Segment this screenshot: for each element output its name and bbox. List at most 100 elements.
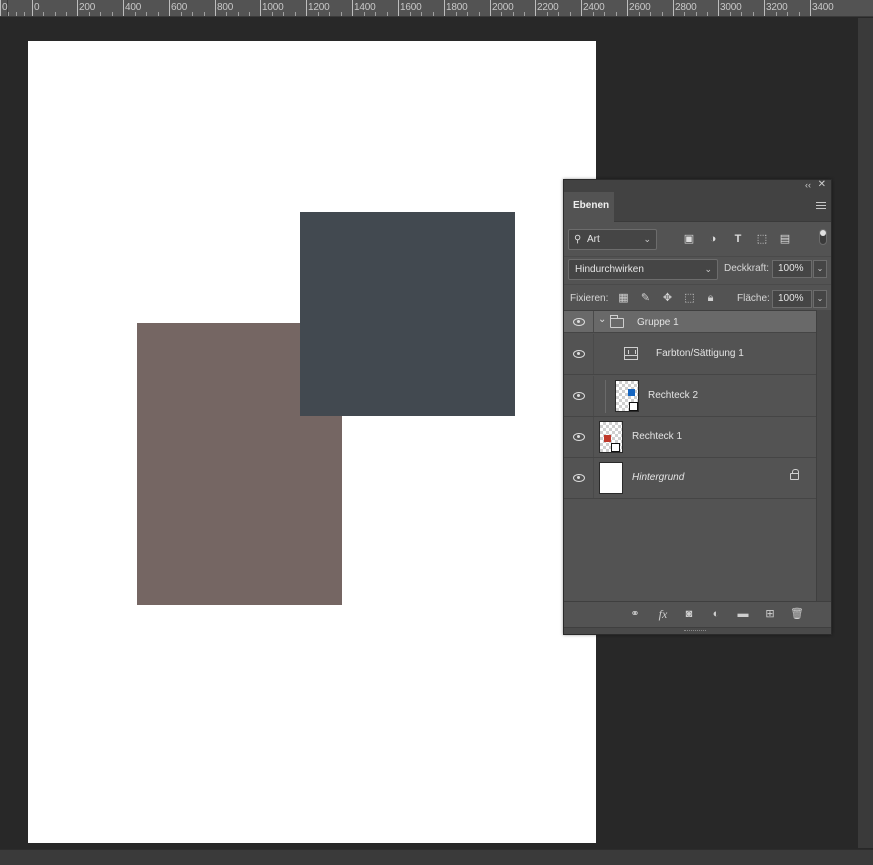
layer-name: Farbton/Sättigung 1: [656, 348, 744, 359]
ruler-major-tick: [581, 0, 582, 16]
layer-name: Hintergrund: [632, 472, 685, 483]
ruler-minor-tick: [570, 12, 571, 16]
rectangle-2-shape[interactable]: [300, 212, 515, 416]
filter-type-icon[interactable]: T: [731, 232, 745, 246]
eye-icon: [573, 318, 585, 326]
ruler-minor-tick: [787, 12, 788, 16]
filter-smart-object-icon[interactable]: ▤: [778, 232, 792, 246]
visibility-toggle[interactable]: [564, 417, 594, 457]
ruler-minor-tick: [387, 12, 388, 16]
ruler-major-tick: [535, 0, 536, 16]
ruler-major-tick: [306, 0, 307, 16]
panel-resize-handle[interactable]: [564, 627, 831, 634]
shape-color-swatch: [628, 389, 635, 396]
close-panel-icon[interactable]: ✕: [818, 179, 826, 190]
lock-image-pixels-icon[interactable]: ✎: [639, 292, 652, 305]
layer-row-hintergrund[interactable]: Hintergrund: [564, 458, 816, 499]
ruler-tick-label: 3400: [812, 2, 834, 13]
ruler-minor-tick: [776, 12, 777, 16]
layer-name: Rechteck 2: [648, 390, 699, 401]
vertical-scrollbar[interactable]: [858, 18, 873, 848]
filter-adjustment-icon[interactable]: ◑: [706, 232, 720, 246]
visibility-toggle[interactable]: [564, 458, 594, 498]
search-icon: ⚲: [574, 234, 582, 245]
ruler-major-tick: [627, 0, 628, 16]
lock-position-icon[interactable]: ✥: [661, 292, 674, 305]
panel-title-bar[interactable]: ‹‹ ✕: [564, 179, 831, 192]
filter-toggle[interactable]: [819, 229, 827, 245]
new-group-icon[interactable]: ▬: [736, 607, 750, 621]
horizontal-ruler[interactable]: 0 0 200 400 600 800 1000 1200 1400 1600 1800 2000 22…: [0, 0, 873, 17]
horizontal-scrollbar[interactable]: [0, 849, 873, 865]
link-layers-icon[interactable]: ⚭: [628, 607, 642, 621]
ruler-major-tick: [215, 0, 216, 16]
ruler-minor-tick: [421, 12, 422, 16]
ruler-tick-label: 0: [34, 2, 40, 13]
ruler-minor-tick: [341, 12, 342, 16]
filter-shape-icon[interactable]: ⬚: [755, 232, 769, 246]
layer-list[interactable]: ⌄ Gruppe 1 Farbton/Sättigung 1 Rechteck …: [564, 310, 816, 601]
lock-icon: [790, 469, 799, 480]
ruler-minor-tick: [456, 12, 457, 16]
layer-row-hue-saturation[interactable]: Farbton/Sättigung 1: [564, 334, 816, 375]
fill-input[interactable]: 100%: [772, 290, 812, 308]
ruler-minor-tick: [238, 12, 239, 16]
fill-dropdown[interactable]: ⌄: [813, 290, 827, 308]
layer-thumbnail: [599, 421, 623, 453]
ruler-minor-tick: [135, 12, 136, 16]
visibility-toggle[interactable]: [564, 334, 594, 374]
ruler-tick-label: 2800: [675, 2, 697, 13]
ruler-minor-tick: [696, 12, 697, 16]
ruler-major-tick: [123, 0, 124, 16]
ruler-major-tick: [444, 0, 445, 16]
ruler-minor-tick: [272, 12, 273, 16]
layer-list-scrollbar[interactable]: [816, 310, 831, 601]
ruler-minor-tick: [479, 12, 480, 16]
layer-row-rechteck-2[interactable]: Rechteck 2: [564, 376, 816, 417]
fill-label: Fläche:: [737, 293, 770, 304]
filter-kind-select[interactable]: ⚲ Art ⌄: [568, 229, 657, 250]
blend-mode-select[interactable]: Hindurchwirken ⌄: [568, 259, 718, 280]
visibility-toggle[interactable]: [564, 311, 594, 332]
ruler-minor-tick: [89, 12, 90, 16]
layer-row-rechteck-1[interactable]: Rechteck 1: [564, 417, 816, 458]
lock-row: Fixieren: ▦ ✎ ✥ ⬚ 🔒︎ Fläche: 100% ⌄: [564, 284, 831, 310]
new-layer-icon[interactable]: ⊞: [763, 607, 777, 621]
ruler-minor-tick: [100, 12, 101, 16]
trash-icon[interactable]: 🗑︎: [790, 607, 804, 621]
opacity-dropdown[interactable]: ⌄: [813, 260, 827, 278]
tab-layers[interactable]: Ebenen: [564, 192, 614, 222]
ruler-minor-tick: [707, 12, 708, 16]
grip-icon: [684, 630, 706, 632]
ruler-minor-tick: [55, 12, 56, 16]
ruler-minor-tick: [513, 12, 514, 16]
layer-name: Gruppe 1: [637, 317, 679, 328]
lock-all-icon[interactable]: 🔒︎: [704, 292, 717, 305]
chevron-down-icon[interactable]: ⌄: [598, 314, 606, 325]
visibility-toggle[interactable]: [564, 376, 594, 416]
opacity-label: Deckkraft:: [724, 263, 770, 274]
chevron-down-icon: ⌄: [643, 234, 651, 244]
ruler-minor-tick: [24, 12, 25, 16]
filter-pixel-icon[interactable]: ▣: [682, 232, 696, 246]
layer-thumbnail: [599, 462, 623, 494]
layer-thumbnail: [615, 380, 639, 412]
lock-label: Fixieren:: [570, 293, 609, 304]
new-adjustment-layer-icon[interactable]: ◐: [709, 607, 723, 621]
ruler-major-tick: [260, 0, 261, 16]
ruler-major-tick: [490, 0, 491, 16]
lock-transparent-pixels-icon[interactable]: ▦: [617, 292, 630, 305]
panel-menu-icon[interactable]: [816, 202, 826, 210]
ruler-major-tick: [718, 0, 719, 16]
ruler-minor-tick: [799, 12, 800, 16]
collapse-panel-icon[interactable]: ‹‹: [805, 180, 811, 190]
ruler-major-tick: [398, 0, 399, 16]
add-mask-icon[interactable]: ◙: [682, 607, 696, 621]
lock-artboard-icon[interactable]: ⬚: [683, 292, 696, 305]
ruler-tick-label: 600: [171, 2, 188, 13]
fx-icon[interactable]: fx: [656, 607, 670, 621]
layer-row-group-1[interactable]: ⌄ Gruppe 1: [564, 311, 816, 333]
ruler-minor-tick: [639, 12, 640, 16]
ruler-minor-tick: [181, 12, 182, 16]
opacity-input[interactable]: 100%: [772, 260, 812, 278]
